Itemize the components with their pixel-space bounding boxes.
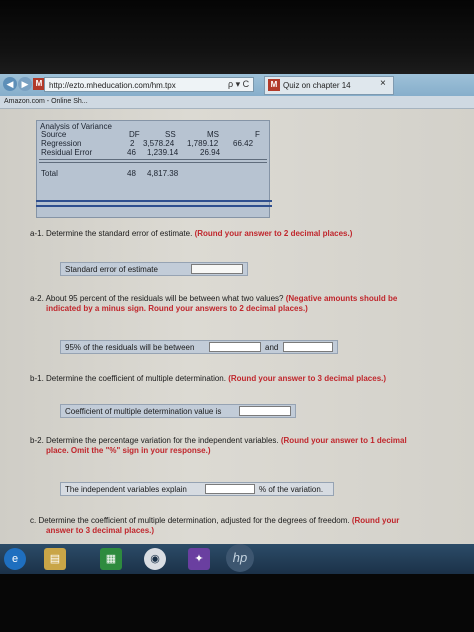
question-b1: b-1. Determine the coefficient of multip… xyxy=(30,374,386,384)
question-text: Determine the percentage variation for t… xyxy=(46,436,279,445)
tab-close-icon[interactable]: × xyxy=(380,78,386,89)
question-instruction: indicated by a minus sign. Round your an… xyxy=(46,304,308,313)
address-bar[interactable]: http://ezto.mheducation.com/hm.tpx xyxy=(44,77,254,92)
tab-quiz[interactable]: Quiz on chapter 14 xyxy=(264,76,394,95)
internet-explorer-icon[interactable]: e xyxy=(4,548,26,570)
forward-button[interactable]: ▶ xyxy=(18,77,32,91)
tab-title: Quiz on chapter 14 xyxy=(283,81,351,90)
monitor-bezel-top xyxy=(0,0,474,74)
residual-lower-input[interactable] xyxy=(209,342,261,352)
answer-row-b2: The independent variables explain % of t… xyxy=(60,482,334,496)
cell-source: Residual Error xyxy=(41,148,93,157)
cell-ms: 26.94 xyxy=(200,148,221,157)
store-icon[interactable]: ▦ xyxy=(100,548,122,570)
question-instruction: (Negative amounts should be xyxy=(285,294,398,303)
percent-suffix: % of the variation. xyxy=(259,485,324,494)
cell-source: Total xyxy=(41,169,58,178)
tab-favicon-icon: M xyxy=(268,79,280,91)
question-number: b-2. xyxy=(30,436,44,445)
cell-ss: 1,239.14 xyxy=(147,148,179,157)
question-a2: a-2. About 95 percent of the residuals w… xyxy=(30,294,450,314)
coefficient-determination-input[interactable] xyxy=(239,406,291,416)
separator-line xyxy=(36,200,272,202)
question-instruction: place. Omit the "%" sign in your respons… xyxy=(46,446,211,455)
cell-df: 48 xyxy=(127,169,136,178)
standard-error-input[interactable] xyxy=(191,264,243,274)
browser-toolbar: ◀ ▶ M http://ezto.mheducation.com/hm.tpx… xyxy=(0,74,474,97)
question-instruction: (Round your answer to 1 decimal xyxy=(280,436,407,445)
question-number: c. xyxy=(30,516,37,525)
back-button[interactable]: ◀ xyxy=(3,77,17,91)
question-number: a-1. xyxy=(30,229,44,238)
answer-label: Standard error of estimate xyxy=(65,265,158,274)
question-instruction: (Round your answer to 2 decimal places.) xyxy=(194,229,353,238)
browser-screen: ◀ ▶ M http://ezto.mheducation.com/hm.tpx… xyxy=(0,74,474,574)
question-text: About 95 percent of the residuals will b… xyxy=(45,294,284,303)
table-row: Residual Error 46 1,239.14 26.94 xyxy=(37,148,269,158)
hp-logo: hp xyxy=(226,544,254,572)
search-refresh-icons[interactable]: ρ ▾ C xyxy=(228,77,249,92)
question-text: Determine the standard error of estimate… xyxy=(46,229,193,238)
cell-df: 46 xyxy=(127,148,136,157)
answer-row-a2: 95% of the residuals will be between and xyxy=(60,340,338,354)
and-label: and xyxy=(265,343,279,352)
favorite-amazon[interactable]: Amazon.com - Online Sh... xyxy=(4,98,88,105)
question-instruction: answer to 3 decimal places.) xyxy=(46,526,155,535)
percentage-variation-input[interactable] xyxy=(205,484,255,494)
question-number: a-2. xyxy=(30,294,44,303)
question-instruction: (Round your xyxy=(351,516,400,525)
media-player-icon[interactable]: ◉ xyxy=(144,548,166,570)
question-number: b-1. xyxy=(30,374,44,383)
residual-upper-input[interactable] xyxy=(283,342,333,352)
answer-row-b1: Coefficient of multiple determination va… xyxy=(60,404,296,418)
table-divider xyxy=(39,159,267,160)
answer-label: Coefficient of multiple determination va… xyxy=(65,407,222,416)
question-b2: b-2. Determine the percentage variation … xyxy=(30,436,456,456)
cell-ss: 4,817.38 xyxy=(147,169,179,178)
photos-icon[interactable]: ✦ xyxy=(188,548,210,570)
question-text: Determine the coefficient of multiple de… xyxy=(38,516,350,525)
favorites-bar: Amazon.com - Online Sh... xyxy=(0,96,474,109)
separator-line xyxy=(36,205,272,207)
monitor-bezel-bottom xyxy=(0,574,474,632)
answer-label: 95% of the residuals will be between xyxy=(65,343,195,352)
table-total-row: Total 48 4,817.38 xyxy=(37,169,269,179)
answer-row-a1: Standard error of estimate xyxy=(60,262,248,276)
analysis-of-variance-table: Analysis of Variance Source DF SS MS F R… xyxy=(36,120,270,218)
question-text: Determine the coefficient of multiple de… xyxy=(46,374,226,383)
question-c: c. Determine the coefficient of multiple… xyxy=(30,516,460,536)
question-a1: a-1. Determine the standard error of est… xyxy=(30,229,352,239)
file-explorer-icon[interactable]: ▤ xyxy=(44,548,66,570)
answer-label: The independent variables explain xyxy=(65,485,187,494)
question-instruction: (Round your answer to 3 decimal places.) xyxy=(228,374,387,383)
windows-taskbar: e ▤ ▦ ◉ ✦ hp xyxy=(0,544,474,574)
table-divider xyxy=(39,162,267,163)
